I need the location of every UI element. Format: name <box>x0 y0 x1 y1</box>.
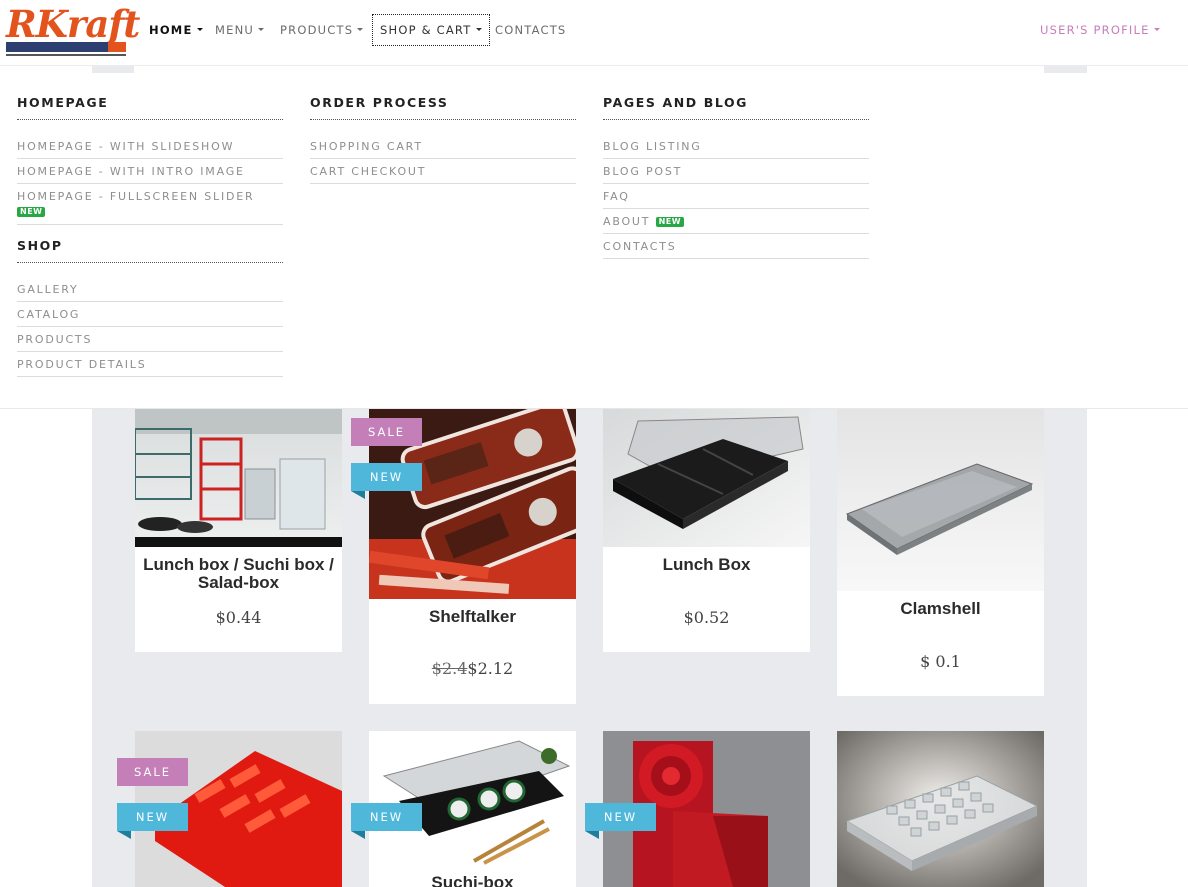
caret-down-icon <box>258 28 265 31</box>
caret-down-icon <box>475 28 482 31</box>
new-badge: NEW <box>17 207 46 217</box>
menu-link-shopping-cart[interactable]: SHOPPING CART <box>310 134 576 159</box>
product-price: $0.44 <box>215 608 262 627</box>
product-image-display-shelves[interactable] <box>135 409 342 547</box>
new-tag: NEW <box>351 803 422 839</box>
product-card[interactable]: Shelftalker $2.4$2.12 <box>369 409 576 704</box>
product-image-suchi-box[interactable] <box>369 731 576 865</box>
menu-link-faq[interactable]: FAQ <box>603 184 869 209</box>
menu-heading-homepage: HOMEPAGE <box>17 73 283 120</box>
menu-link-contacts[interactable]: CONTACTS <box>603 234 869 259</box>
new-tag-label: NEW <box>135 810 170 824</box>
menu-link-gallery[interactable]: GALLERY <box>17 277 283 302</box>
ribbon-fold <box>117 831 131 839</box>
menu-link-label: ABOUT <box>603 215 651 228</box>
old-price: $2.4 <box>431 659 468 678</box>
new-tag-label: NEW <box>369 470 404 484</box>
sale-price: $2.12 <box>467 659 514 678</box>
menu-link-blog-post[interactable]: BLOG POST <box>603 159 869 184</box>
logo-accent <box>108 42 126 52</box>
menu-link-cart-checkout[interactable]: CART CHECKOUT <box>310 159 576 184</box>
product-card[interactable] <box>837 731 1044 887</box>
product-title[interactable]: Suchi-box <box>369 874 576 887</box>
menu-link-label: HOMEPAGE - FULLSCREEN SLIDER <box>17 190 255 203</box>
menu-column-order-process: ORDER PROCESS SHOPPING CART CART CHECKOU… <box>310 73 576 184</box>
menu-link-homepage-slideshow[interactable]: HOMEPAGE - WITH SLIDESHOW <box>17 134 283 159</box>
brand-logo[interactable]: RKraft <box>6 2 140 56</box>
sale-tag: SALE <box>351 418 422 446</box>
nav-shop-cart[interactable]: SHOP & CART <box>372 14 490 46</box>
menu-column-pages-blog: PAGES AND BLOG BLOG LISTING BLOG POST FA… <box>603 73 869 259</box>
logo-baseline <box>6 54 126 56</box>
menu-link-homepage-intro-image[interactable]: HOMEPAGE - WITH INTRO IMAGE <box>17 159 283 184</box>
product-title[interactable]: Lunch box / Suchi box / Salad-box <box>135 556 342 592</box>
nav-products-label: PRODUCTS <box>280 23 354 37</box>
product-card[interactable]: Lunch Box $0.52 <box>603 409 810 652</box>
ribbon-fold <box>585 831 599 839</box>
ribbon-fold <box>351 831 365 839</box>
menu-heading-pages-blog: PAGES AND BLOG <box>603 73 869 120</box>
caret-down-icon <box>196 28 203 31</box>
nav-contacts-label: CONTACTS <box>495 23 567 37</box>
sale-tag: SALE <box>117 758 188 786</box>
menu-link-product-details[interactable]: PRODUCT DETAILS <box>17 352 283 377</box>
top-navbar: RKraft HOME MENU PRODUCTS SHOP & CART CO… <box>0 0 1188 66</box>
product-title[interactable]: Shelftalker <box>369 608 576 626</box>
menu-link-catalog[interactable]: CATALOG <box>17 302 283 327</box>
new-tag: NEW <box>585 803 656 839</box>
product-price: $2.4$2.12 <box>369 659 576 678</box>
shop-cart-mega-menu: HOMEPAGE HOMEPAGE - WITH SLIDESHOW HOMEP… <box>0 73 1188 409</box>
nav-home[interactable]: HOME <box>149 14 203 46</box>
new-tag-label: NEW <box>369 810 404 824</box>
menu-column-homepage: HOMEPAGE HOMEPAGE - WITH SLIDESHOW HOMEP… <box>17 73 283 377</box>
nav-contacts[interactable]: CONTACTS <box>495 14 566 46</box>
nav-profile-label: USER'S PROFILE <box>1040 23 1150 37</box>
new-tag: NEW <box>351 463 422 499</box>
product-title[interactable]: Lunch Box <box>603 556 810 574</box>
sale-tag-label: SALE <box>133 765 172 779</box>
menu-link-about[interactable]: ABOUT NEW <box>603 209 869 234</box>
menu-link-homepage-fullscreen-slider[interactable]: HOMEPAGE - FULLSCREEN SLIDER NEW <box>17 184 283 225</box>
new-tag: NEW <box>117 803 188 839</box>
nav-shop-cart-label: SHOP & CART <box>380 23 472 37</box>
product-image-lunch-box[interactable] <box>603 409 810 547</box>
new-badge: NEW <box>655 217 685 227</box>
menu-heading-order-process: ORDER PROCESS <box>310 73 576 120</box>
caret-down-icon <box>357 28 364 31</box>
product-card[interactable]: Clamshell $ 0.1 <box>837 409 1044 696</box>
nav-users-profile[interactable]: USER'S PROFILE <box>1040 14 1160 46</box>
menu-heading-shop: SHOP <box>17 225 283 263</box>
caret-down-icon <box>1153 28 1160 31</box>
product-title[interactable]: Clamshell <box>837 600 1044 618</box>
product-price: $ 0.1 <box>920 652 961 671</box>
product-image-clamshell[interactable] <box>837 409 1044 591</box>
menu-link-blog-listing[interactable]: BLOG LISTING <box>603 134 869 159</box>
nav-menu-label: MENU <box>215 23 255 37</box>
new-tag-label: NEW <box>603 810 638 824</box>
product-price: $0.52 <box>683 608 730 627</box>
nav-menu[interactable]: MENU <box>215 14 265 46</box>
product-image-acrylic-stand[interactable] <box>837 731 1044 887</box>
nav-home-label: HOME <box>149 23 193 37</box>
menu-link-products[interactable]: PRODUCTS <box>17 327 283 352</box>
logo-text: RKraft <box>6 2 140 46</box>
nav-products[interactable]: PRODUCTS <box>280 14 364 46</box>
sale-tag-label: SALE <box>367 425 406 439</box>
ribbon-fold <box>351 491 365 499</box>
product-card[interactable]: Lunch box / Suchi box / Salad-box $0.44 <box>135 409 342 652</box>
